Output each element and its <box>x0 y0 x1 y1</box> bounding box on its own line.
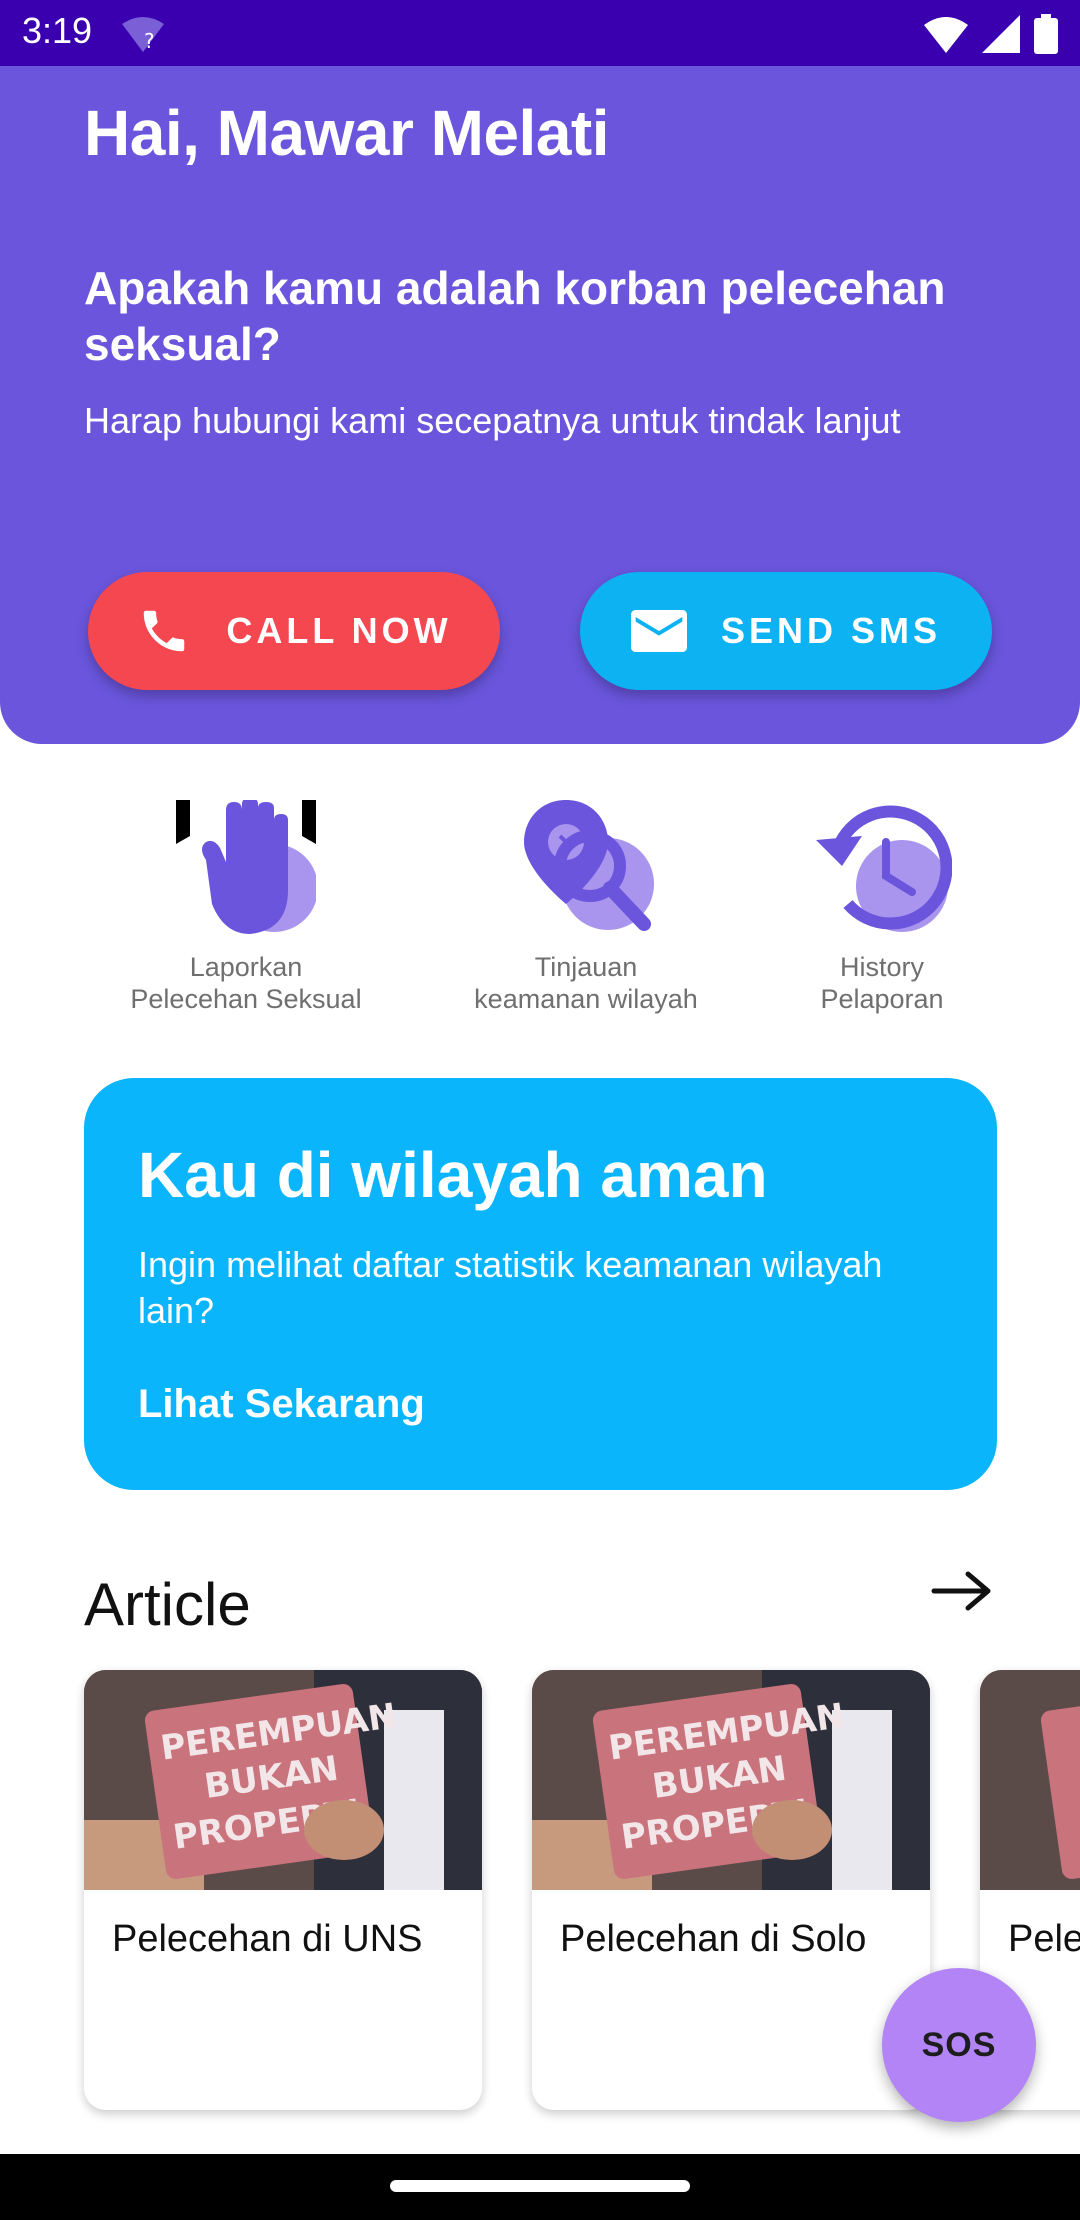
send-sms-label: SEND SMS <box>720 610 942 651</box>
article-image: PEREMPUAN BUKAN PROPERTI <box>84 1670 482 1890</box>
safe-area-title: Kau di wilayah aman <box>138 1139 768 1211</box>
article-section-title: Article <box>84 1571 251 1638</box>
home-gesture-handle[interactable] <box>390 2180 690 2192</box>
article-card[interactable]: PEREMPUAN BUKAN PROPERTI Pelecehan di So… <box>532 1670 930 2110</box>
navigation-bar <box>0 2154 1080 2220</box>
sos-button[interactable]: SOS <box>882 1968 1036 2122</box>
hand-icon <box>176 798 318 940</box>
menu-label: History Pelaporan <box>820 952 944 1014</box>
status-time: 3:19 <box>22 10 93 51</box>
safe-area-description: Ingin melihat daftar statistik keamanan … <box>138 1244 883 1331</box>
menu-area-safety-review[interactable]: Tinjauan keamanan wilayah <box>436 800 736 1015</box>
header-subtext: Harap hubungi kami secepatnya untuk tind… <box>84 400 901 441</box>
call-now-label: CALL NOW <box>226 610 452 651</box>
history-icon <box>816 805 953 932</box>
article-title: Pelecehan di UNS <box>112 1918 423 1960</box>
menu-label: Tinjauan keamanan wilayah <box>474 952 698 1014</box>
menu-label: Laporkan Pelecehan Seksual <box>130 952 362 1014</box>
article-title: Pele Law <box>1008 1918 1080 1960</box>
article-title: Pelecehan di Solo <box>560 1918 867 1960</box>
see-now-link[interactable]: Lihat Sekarang <box>138 1382 425 1427</box>
wifi-icon <box>924 17 968 53</box>
greeting: Hai, Mawar Melati <box>84 97 610 169</box>
svg-text:?: ? <box>144 29 155 53</box>
battery-icon <box>1034 14 1058 54</box>
article-image <box>980 1670 1080 1890</box>
article-image: PEREMPUAN BUKAN PROPERTI <box>532 1670 930 1890</box>
wifi-unknown-icon: ? <box>122 17 164 53</box>
article-card[interactable]: PEREMPUAN BUKAN PROPERTI Pelecehan di UN… <box>84 1670 482 2110</box>
send-sms-button[interactable]: SEND SMS <box>580 572 992 690</box>
mail-icon <box>630 603 687 659</box>
signal-icon <box>982 15 1020 53</box>
question-heading: Apakah kamu adalah korban pelecehan seks… <box>84 262 946 370</box>
phone-icon <box>136 603 192 659</box>
map-search-icon <box>524 800 654 931</box>
arrow-right-icon[interactable] <box>930 1566 994 1616</box>
header-panel: Hai, Mawar Melati Apakah kamu adalah kor… <box>0 66 1080 744</box>
menu-report-history[interactable]: History Pelaporan <box>732 800 1032 1015</box>
menu-report-harassment[interactable]: Laporkan Pelecehan Seksual <box>96 798 396 1015</box>
home-screen: 3:19 ? Hai, Mawar Melati Apakah kamu ada… <box>0 0 1080 2220</box>
safe-area-card[interactable]: Kau di wilayah aman Ingin melihat daftar… <box>84 1078 997 1490</box>
call-now-button[interactable]: CALL NOW <box>88 572 500 690</box>
status-bar: 3:19 ? <box>0 0 1080 66</box>
